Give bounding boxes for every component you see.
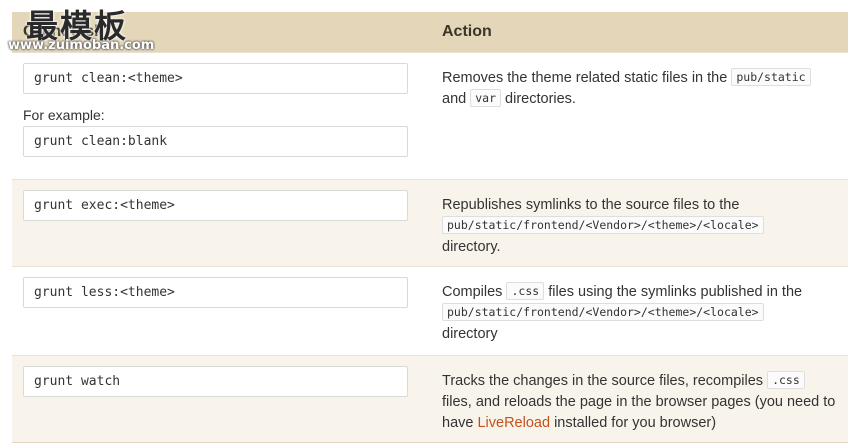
command-code: grunt watch xyxy=(23,366,408,397)
command-code: grunt less:<theme> xyxy=(23,277,408,308)
desc-text: Removes the theme related static files i… xyxy=(442,70,728,86)
desc-text: directories. xyxy=(505,91,576,107)
desc-text: directory xyxy=(442,326,498,342)
action-description: Removes the theme related static files i… xyxy=(442,68,837,110)
table-row: grunt clean:<theme> For example: grunt c… xyxy=(12,52,848,179)
action-description: Compiles .css files using the symlinks p… xyxy=(442,282,837,345)
watermark-url: www.zuimoban.com xyxy=(8,38,155,53)
inline-code: var xyxy=(470,89,502,107)
header-action: Action xyxy=(442,23,492,40)
desc-text: directory. xyxy=(442,239,501,255)
desc-text: Tracks the changes in the source files, … xyxy=(442,373,764,389)
desc-text: files using the symlinks published in th… xyxy=(548,284,803,300)
table-row: grunt less:<theme> Compiles .css files u… xyxy=(12,266,848,355)
table-row: grunt watch Tracks the changes in the so… xyxy=(12,355,848,442)
desc-text: Republishes symlinks to the source files… xyxy=(442,197,740,213)
inline-code: pub/static/frontend/<Vendor>/<theme>/<lo… xyxy=(442,216,764,234)
inline-code: pub/static/frontend/<Vendor>/<theme>/<lo… xyxy=(442,303,764,321)
example-code: grunt clean:blank xyxy=(23,126,408,157)
site-watermark: 最模板 www.zuimoban.com xyxy=(4,0,164,56)
inline-code: pub/static xyxy=(731,68,811,86)
livereload-link[interactable]: LiveReload xyxy=(477,415,550,431)
grunt-commands-table: Grunt task Action grunt clean:<theme> Fo… xyxy=(12,12,848,443)
example-label: For example: xyxy=(23,107,105,123)
desc-text: and xyxy=(442,91,467,107)
action-description: Republishes symlinks to the source files… xyxy=(442,195,837,258)
desc-text: installed for you browser) xyxy=(554,415,717,431)
desc-text: Compiles xyxy=(442,284,503,300)
table-row: grunt exec:<theme> Republishes symlinks … xyxy=(12,179,848,266)
action-description: Tracks the changes in the source files, … xyxy=(442,371,837,434)
command-code: grunt exec:<theme> xyxy=(23,190,408,221)
inline-code: .css xyxy=(767,371,805,389)
inline-code: .css xyxy=(506,282,545,300)
command-code: grunt clean:<theme> xyxy=(23,63,408,94)
